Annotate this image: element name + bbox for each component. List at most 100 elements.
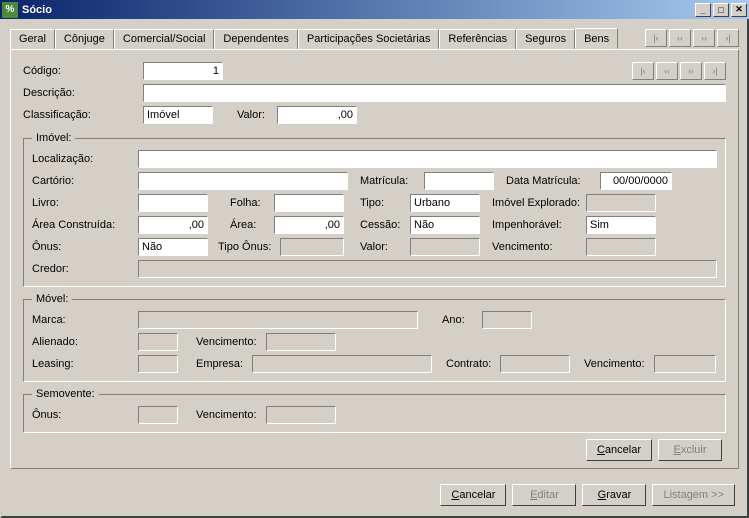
credor-label: Credor: [32, 263, 138, 275]
inner-nav: |‹ ‹‹ ›› ›| [632, 62, 726, 80]
data-matricula-label: Data Matrícula: [506, 175, 600, 187]
cancelar-button[interactable]: Cancelar [440, 484, 506, 506]
area-label: Área: [230, 219, 274, 231]
nav-prev-button[interactable]: ‹‹ [669, 29, 691, 47]
tab-strip: Geral Cônjuge Comercial/Social Dependent… [10, 28, 637, 49]
tipo-onus-label: Tipo Ônus: [218, 241, 280, 253]
tab-seguros[interactable]: Seguros [516, 29, 575, 50]
titlebar: % Sócio _ □ ✕ [0, 0, 749, 19]
cartorio-input[interactable] [138, 172, 348, 190]
localizacao-label: Localização: [32, 153, 138, 165]
descricao-label: Descrição: [23, 87, 143, 99]
imovel-explorado-label: Imóvel Explorado: [492, 197, 586, 209]
movel-venc1-input[interactable] [266, 333, 336, 351]
movel-group: Móvel: Marca: Ano: Alienado: Vencimento:… [23, 293, 726, 382]
leasing-input[interactable] [138, 355, 178, 373]
imovel-valor2-input[interactable] [410, 238, 480, 256]
area-input[interactable] [274, 216, 344, 234]
marca-label: Marca: [32, 314, 138, 326]
tab-geral[interactable]: Geral [10, 29, 55, 50]
tipo-label: Tipo: [360, 197, 410, 209]
close-button[interactable]: ✕ [731, 3, 747, 17]
cessao-input[interactable] [410, 216, 480, 234]
leasing-label: Leasing: [32, 358, 138, 370]
empresa-input[interactable] [252, 355, 432, 373]
onus-label: Ônus: [32, 241, 138, 253]
maximize-button[interactable]: □ [713, 3, 729, 17]
window-body: Geral Cônjuge Comercial/Social Dependent… [0, 19, 749, 518]
editar-button[interactable]: Editar [512, 484, 576, 506]
tab-comercial-social[interactable]: Comercial/Social [114, 29, 215, 50]
cessao-label: Cessão: [360, 219, 410, 231]
imovel-explorado-input[interactable] [586, 194, 656, 212]
area-construida-label: Área Construída: [32, 219, 138, 231]
data-matricula-input[interactable] [600, 172, 672, 190]
semovente-legend: Semovente: [32, 388, 99, 400]
tab-participacoes[interactable]: Participações Societárias [298, 29, 440, 50]
movel-venc2-input[interactable] [654, 355, 716, 373]
tab-referencias[interactable]: Referências [439, 29, 516, 50]
listagem-button[interactable]: Listagem >> [652, 484, 735, 506]
alienado-label: Alienado: [32, 336, 138, 348]
outer-nav: |‹ ‹‹ ›› ›| [645, 29, 739, 47]
valor-input[interactable] [277, 106, 357, 124]
footer-buttons: Cancelar Editar Gravar Listagem >> [440, 484, 735, 506]
tipo-onus-input[interactable] [280, 238, 344, 256]
localizacao-input[interactable] [138, 150, 717, 168]
inner-nav-last[interactable]: ›| [704, 62, 726, 80]
imovel-vencimento-input[interactable] [586, 238, 656, 256]
imovel-group: Imóvel: Localização: Cartório: Matrícula… [23, 132, 726, 287]
valor-label: Valor: [237, 109, 277, 121]
onus-input[interactable] [138, 238, 208, 256]
nav-first-button[interactable]: |‹ [645, 29, 667, 47]
sem-onus-label: Ônus: [32, 409, 138, 421]
inner-cancelar-button[interactable]: Cancelar [586, 439, 652, 461]
tipo-input[interactable] [410, 194, 480, 212]
gravar-button[interactable]: Gravar [582, 484, 646, 506]
sem-venc-input[interactable] [266, 406, 336, 424]
imovel-valor2-label: Valor: [360, 241, 410, 253]
movel-venc2-label: Vencimento: [584, 358, 654, 370]
cartorio-label: Cartório: [32, 175, 138, 187]
contrato-input[interactable] [500, 355, 570, 373]
matricula-input[interactable] [424, 172, 494, 190]
folha-input[interactable] [274, 194, 344, 212]
tab-conjuge[interactable]: Cônjuge [55, 29, 114, 50]
folha-label: Folha: [230, 197, 274, 209]
empresa-label: Empresa: [196, 358, 252, 370]
matricula-label: Matrícula: [360, 175, 424, 187]
movel-legend: Móvel: [32, 293, 72, 305]
codigo-input[interactable] [143, 62, 223, 80]
sem-onus-input[interactable] [138, 406, 178, 424]
alienado-input[interactable] [138, 333, 178, 351]
impenhoravel-label: Impenhorável: [492, 219, 586, 231]
codigo-label: Código: [23, 65, 143, 77]
minimize-button[interactable]: _ [695, 3, 711, 17]
area-construida-input[interactable] [138, 216, 208, 234]
app-icon: % [2, 2, 18, 18]
inner-excluir-button[interactable]: Excluir [658, 439, 722, 461]
descricao-input[interactable] [143, 84, 726, 102]
inner-nav-first[interactable]: |‹ [632, 62, 654, 80]
credor-input[interactable] [138, 260, 717, 278]
inner-nav-next[interactable]: ›› [680, 62, 702, 80]
classificacao-input[interactable] [143, 106, 213, 124]
tab-dependentes[interactable]: Dependentes [214, 29, 297, 50]
movel-venc1-label: Vencimento: [196, 336, 266, 348]
classificacao-label: Classificação: [23, 109, 143, 121]
nav-last-button[interactable]: ›| [717, 29, 739, 47]
inner-nav-prev[interactable]: ‹‹ [656, 62, 678, 80]
contrato-label: Contrato: [446, 358, 500, 370]
sem-venc-label: Vencimento: [196, 409, 266, 421]
imovel-vencimento-label: Vencimento: [492, 241, 586, 253]
nav-next-button[interactable]: ›› [693, 29, 715, 47]
livro-input[interactable] [138, 194, 208, 212]
ano-input[interactable] [482, 311, 532, 329]
marca-input[interactable] [138, 311, 418, 329]
tab-panel: Código: |‹ ‹‹ ›› ›| Descrição: Classific… [10, 49, 739, 469]
window-title: Sócio [22, 4, 695, 16]
ano-label: Ano: [442, 314, 482, 326]
impenhoravel-input[interactable] [586, 216, 656, 234]
tab-bens[interactable]: Bens [575, 28, 618, 49]
imovel-legend: Imóvel: [32, 132, 75, 144]
